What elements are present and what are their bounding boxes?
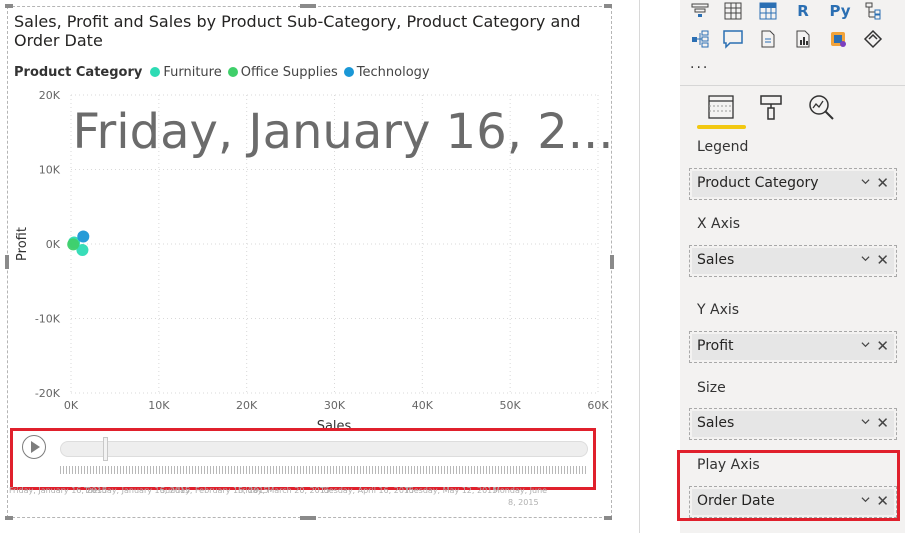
play-axis-label: Friday, March 20, 2015: [238, 486, 330, 495]
remove-field-icon[interactable]: ✕: [876, 174, 889, 192]
table-icon[interactable]: [722, 0, 744, 22]
scatter-point-technology: [77, 230, 90, 243]
report-canvas: Sales, Profit and Sales by Product Sub-C…: [0, 0, 640, 533]
r-visual-icon[interactable]: R: [792, 0, 814, 22]
well-field-legend-value: Product Category: [697, 175, 819, 191]
play-icon[interactable]: [22, 435, 46, 459]
format-tab-icon[interactable]: [756, 92, 786, 122]
paginated-report-icon[interactable]: [757, 28, 779, 50]
x-tick-label: 10K: [148, 399, 170, 412]
well-field-size[interactable]: Sales ✕: [692, 411, 894, 437]
x-tick-label: 20K: [236, 399, 258, 412]
play-axis-slider[interactable]: [60, 441, 588, 457]
x-tick-label: 50K: [500, 399, 522, 412]
active-tab-indicator: [697, 125, 746, 129]
key-influencers-icon[interactable]: [792, 28, 814, 50]
chevron-down-icon[interactable]: [861, 417, 870, 426]
y-tick-label: -10K: [35, 313, 61, 326]
play-axis-well-highlight: [677, 450, 900, 521]
chevron-down-icon[interactable]: [861, 177, 870, 186]
analytics-tab-icon[interactable]: [806, 92, 836, 122]
fields-tab-icon[interactable]: [706, 92, 736, 122]
play-axis-label: Tuesday, May 12, 2015: [405, 486, 498, 495]
play-axis-label: 8, 2015: [508, 498, 539, 507]
well-field-x-axis-value: Sales: [697, 252, 735, 268]
play-axis-slider-thumb[interactable]: [103, 437, 108, 461]
scatter-point-office-supplies: [67, 238, 80, 251]
smart-narrative-icon[interactable]: [862, 0, 884, 22]
python-visual-icon[interactable]: Py: [827, 0, 853, 22]
decomposition-tree-icon[interactable]: [689, 28, 711, 50]
play-axis-label: Tuesday, April 16, 2015: [320, 486, 415, 495]
y-tick-label: 10K: [39, 164, 61, 177]
y-axis-ticks: 20K 10K 0K -10K -20K: [35, 89, 61, 400]
well-field-size-value: Sales: [697, 415, 735, 431]
chevron-down-icon[interactable]: [861, 340, 870, 349]
well-label-x-axis: X Axis: [697, 216, 741, 232]
y-tick-label: 0K: [46, 238, 61, 251]
x-tick-label: 30K: [324, 399, 346, 412]
pane-separator: [680, 85, 905, 86]
remove-field-icon[interactable]: ✕: [876, 337, 889, 355]
well-field-x-axis[interactable]: Sales ✕: [692, 248, 894, 274]
x-axis-ticks: 0K 10K 20K 30K 40K 50K 60K: [64, 399, 609, 412]
matrix-icon[interactable]: [757, 0, 779, 22]
remove-field-icon[interactable]: ✕: [876, 414, 889, 432]
play-axis-highlight: [10, 428, 596, 490]
power-automate-icon[interactable]: [862, 28, 884, 50]
play-axis-label: Monday, June: [493, 486, 548, 495]
play-axis-ticks: [60, 466, 588, 474]
pane-divider: [639, 0, 640, 533]
x-tick-label: 60K: [587, 399, 609, 412]
y-tick-label: 20K: [39, 89, 61, 102]
y-tick-label: -20K: [35, 387, 61, 400]
y-axis-title: Profit: [15, 227, 30, 261]
well-label-y-axis: Y Axis: [697, 302, 740, 318]
funnel-icon[interactable]: [689, 0, 711, 22]
well-field-y-axis[interactable]: Profit ✕: [692, 334, 894, 360]
scatter-points: [67, 230, 90, 256]
play-axis-date-watermark: Friday, January 16, 2...: [72, 104, 613, 160]
well-field-legend[interactable]: Product Category ✕: [692, 171, 894, 197]
more-visuals-icon[interactable]: ...: [690, 56, 709, 72]
remove-field-icon[interactable]: ✕: [876, 251, 889, 269]
well-field-y-axis-value: Profit: [697, 338, 734, 354]
x-tick-label: 40K: [412, 399, 434, 412]
well-label-size: Size: [697, 380, 726, 396]
qa-icon[interactable]: [722, 28, 744, 50]
x-tick-label: 0K: [64, 399, 79, 412]
power-apps-icon[interactable]: [827, 28, 849, 50]
well-label-legend: Legend: [697, 139, 749, 155]
chevron-down-icon[interactable]: [861, 254, 870, 263]
